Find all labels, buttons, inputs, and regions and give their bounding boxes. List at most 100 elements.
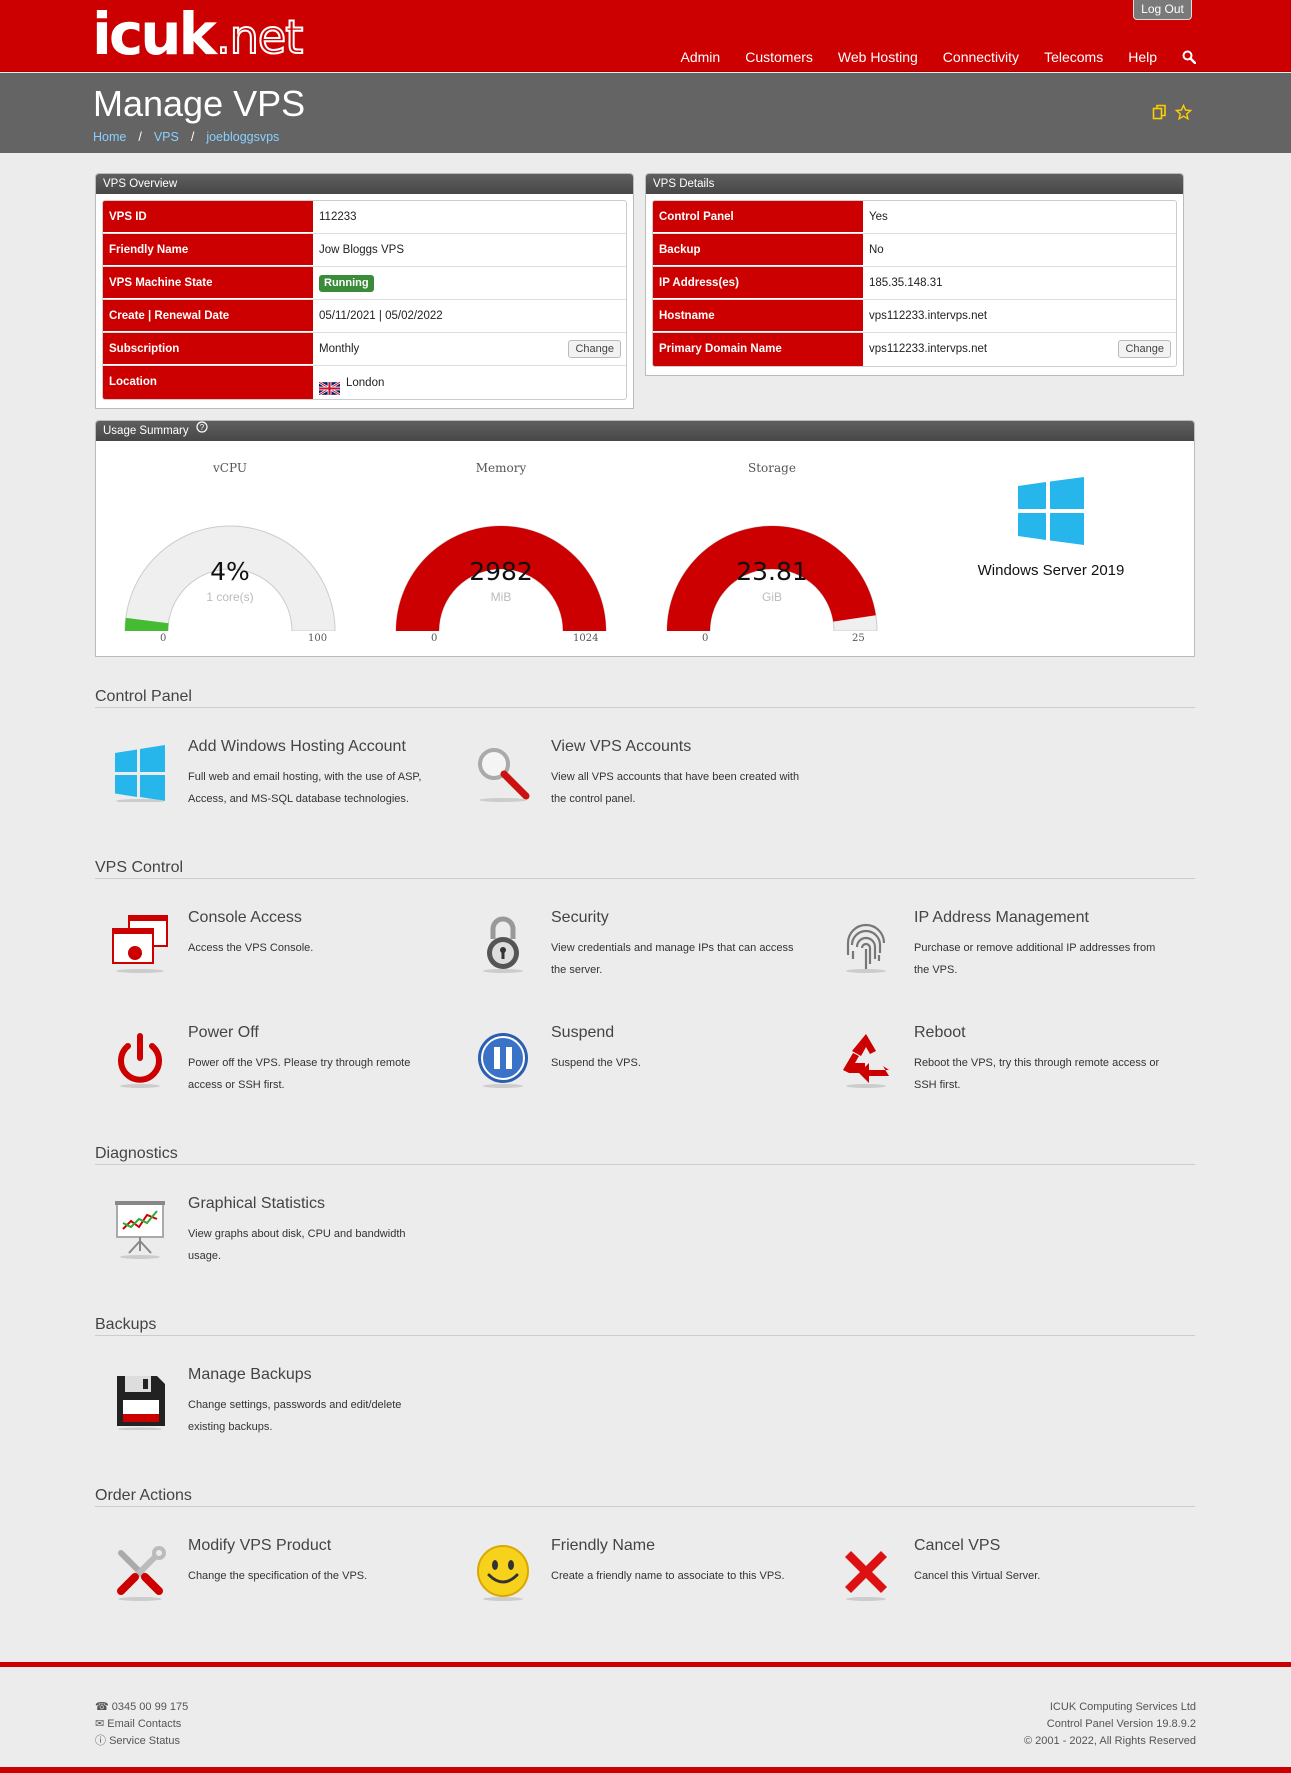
search-icon[interactable] — [1182, 49, 1196, 65]
console-icon: >_ — [111, 915, 169, 973]
uk-flag-icon — [318, 376, 341, 396]
breadcrumb-vps[interactable]: VPS — [154, 130, 179, 144]
star-icon[interactable] — [1174, 103, 1193, 124]
item-title: Graphical Statistics — [188, 1195, 325, 1212]
friendly-name-item[interactable]: Friendly Name Create a friendly name to … — [458, 1537, 798, 1617]
gauge-min: 0 — [702, 633, 709, 644]
item-description: Reboot the VPS, try this through remote … — [914, 1057, 1160, 1091]
nav-admin[interactable]: Admin — [681, 49, 721, 65]
gauge-value: 2982 — [469, 557, 533, 586]
nav-help[interactable]: Help — [1128, 49, 1157, 65]
gauge-label: Memory — [475, 461, 527, 475]
item-title: Security — [551, 909, 609, 926]
ip-address-value: 185.35.148.31 — [869, 277, 943, 289]
item-title: Console Access — [188, 909, 302, 926]
phone-number: 0345 00 99 175 — [111, 1701, 189, 1713]
ip-address-management-item[interactable]: IP Address Management Purchase or remove… — [821, 909, 1161, 989]
nav-connectivity[interactable]: Connectivity — [943, 49, 1019, 65]
footer-phone[interactable]: ☎ 0345 00 99 175 — [95, 1699, 188, 1716]
nav-customers[interactable]: Customers — [745, 49, 813, 65]
power-icon — [111, 1030, 169, 1088]
item-title: Suspend — [551, 1024, 615, 1041]
help-icon[interactable]: ? — [196, 420, 208, 440]
change-subscription-button[interactable]: Change — [568, 340, 621, 358]
item-title: Manage Backups — [188, 1366, 312, 1383]
table-row: VPS ID 112233 — [103, 201, 626, 234]
nav-telecoms[interactable]: Telecoms — [1044, 49, 1103, 65]
manage-backups-item[interactable]: Manage Backups Change settings, password… — [95, 1366, 435, 1446]
top-header: icuk .net Log Out Admin Customers Web Hos… — [0, 0, 1291, 72]
logout-button[interactable]: Log Out — [1133, 0, 1192, 20]
usage-summary-panel: Usage Summary ? vCPU 4% 1 core(s) 0 100 … — [95, 420, 1195, 657]
section-title: Backups — [95, 1316, 1195, 1336]
row-label: Backup — [653, 234, 863, 266]
row-label: VPS Machine State — [103, 267, 313, 299]
footer-status[interactable]: ⓘ Service Status — [95, 1733, 188, 1750]
smiley-icon — [474, 1543, 532, 1601]
footer-contacts: ☎ 0345 00 99 175 ✉ Email Contacts ⓘ Serv… — [95, 1699, 188, 1750]
item-description: Purchase or remove additional IP address… — [914, 942, 1156, 976]
table-row: Primary Domain Name vps112233.intervps.ne… — [653, 333, 1176, 366]
main-nav: Admin Customers Web Hosting Connectivity… — [656, 49, 1196, 65]
title-bar: Manage VPS Home / VPS / joebloggsvps — [0, 73, 1291, 153]
view-vps-accounts-item[interactable]: View VPS Accounts View all VPS accounts … — [458, 738, 799, 818]
section-title: Control Panel — [95, 688, 1195, 708]
graphical-statistics-item[interactable]: Graphical Statistics View graphs about d… — [95, 1195, 435, 1275]
item-description: Change settings, passwords and edit/dele… — [188, 1399, 402, 1433]
cancel-vps-item[interactable]: Cancel VPS Cancel this Virtual Server. — [821, 1537, 1161, 1617]
gauge-unit: 1 core(s) — [206, 590, 254, 604]
gauge-unit: MiB — [490, 590, 512, 604]
breadcrumb: Home / VPS / joebloggsvps — [93, 130, 279, 144]
overview-table: VPS ID 112233 Friendly Name Jow Bloggs VPS… — [102, 200, 627, 400]
item-description: Full web and email hosting, with the use… — [188, 771, 422, 805]
title-actions — [1152, 103, 1193, 124]
footer-email[interactable]: ✉ Email Contacts — [95, 1716, 188, 1733]
security-item[interactable]: Security View credentials and manage IPs… — [458, 909, 798, 989]
primary-domain-value: vps112233.intervps.net — [869, 343, 988, 355]
table-row: Create | Renewal Date 05/11/2021 | 05/02/… — [103, 300, 626, 333]
vps-details-panel: VPS Details Control Panel Yes Backup No IP… — [645, 173, 1184, 376]
modify-vps-product-item[interactable]: Modify VPS Product Change the specificat… — [95, 1537, 435, 1617]
suspend-item[interactable]: Suspend Suspend the VPS. — [458, 1024, 798, 1104]
os-block: Windows Server 2019 — [946, 476, 1156, 579]
add-windows-hosting-item[interactable]: Add Windows Hosting Account Full web and… — [95, 738, 435, 818]
item-description: Create a friendly name to associate to t… — [551, 1570, 785, 1582]
chart-board-icon — [111, 1201, 169, 1259]
vcpu-gauge: vCPU 4% 1 core(s) 0 100 — [120, 461, 340, 644]
item-title: Power Off — [188, 1024, 259, 1041]
breadcrumb-home[interactable]: Home — [93, 130, 126, 144]
item-title: Add Windows Hosting Account — [188, 738, 406, 755]
table-row: Location London — [103, 366, 626, 399]
breadcrumb-current[interactable]: joebloggsvps — [206, 130, 279, 144]
item-description: Access the VPS Console. — [188, 942, 314, 954]
table-row: Friendly Name Jow Bloggs VPS — [103, 234, 626, 267]
item-description: Power off the VPS. Please try through re… — [188, 1057, 411, 1091]
page-title: Manage VPS — [93, 83, 306, 124]
info-icon: ⓘ — [95, 1735, 106, 1747]
change-domain-button[interactable]: Change — [1118, 340, 1171, 358]
os-name: Windows Server 2019 — [977, 562, 1125, 579]
gauge-min: 0 — [431, 633, 438, 644]
nav-web-hosting[interactable]: Web Hosting — [838, 49, 918, 65]
icuk-logo[interactable]: icuk .net — [92, 5, 304, 63]
reboot-item[interactable]: Reboot Reboot the VPS, try this through … — [821, 1024, 1161, 1104]
item-description: View graphs about disk, CPU and bandwidt… — [188, 1228, 406, 1262]
pause-icon — [474, 1030, 532, 1088]
section-title: VPS Control — [95, 859, 1195, 879]
row-label: Create | Renewal Date — [103, 300, 313, 332]
svg-text:?: ? — [200, 423, 205, 432]
item-description: Suspend the VPS. — [551, 1057, 641, 1069]
copy-icon[interactable] — [1152, 104, 1167, 124]
panel-title: VPS Details — [646, 174, 1183, 194]
floppy-disk-icon — [111, 1372, 169, 1431]
storage-gauge: Storage 23.81 GiB 0 25 — [662, 461, 882, 644]
item-description: Cancel this Virtual Server. — [914, 1570, 1041, 1582]
gauge-unit: GiB — [761, 590, 782, 604]
item-title: Reboot — [914, 1024, 966, 1041]
row-label: Primary Domain Name — [653, 333, 863, 366]
gauge-value: 4% — [210, 557, 250, 586]
console-access-item[interactable]: >_ Console Access Access the VPS Console… — [95, 909, 435, 989]
power-off-item[interactable]: Power Off Power off the VPS. Please try … — [95, 1024, 435, 1104]
padlock-icon — [474, 915, 532, 973]
gauge-label: Storage — [748, 461, 796, 475]
